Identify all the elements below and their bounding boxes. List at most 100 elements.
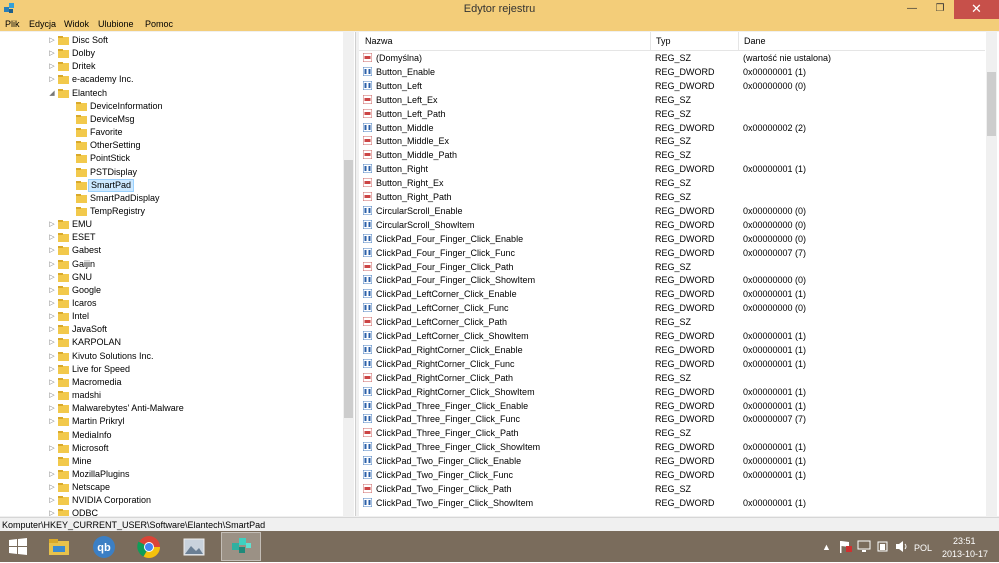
- expand-arrow-icon[interactable]: ▷: [48, 258, 56, 271]
- value-row[interactable]: ClickPad_Two_Finger_Click_ShowItem REG_DW…: [359, 496, 985, 510]
- value-row[interactable]: ClickPad_Two_Finger_Click_Enable REG_DWOR…: [359, 454, 985, 468]
- value-row[interactable]: ClickPad_LeftCorner_Click_ShowItem REG_DW…: [359, 329, 985, 343]
- value-row[interactable]: ClickPad_Four_Finger_Click_Enable REG_DWO…: [359, 232, 985, 246]
- value-row[interactable]: Button_Enable REG_DWORD 0x00000001 (1): [359, 65, 985, 79]
- expand-arrow-icon[interactable]: ▷: [48, 218, 56, 231]
- value-row[interactable]: ClickPad_LeftCorner_Click_Func REG_DWORD 0…: [359, 301, 985, 315]
- expand-arrow-icon[interactable]: ▷: [48, 376, 56, 389]
- expand-arrow-icon[interactable]: ▷: [48, 389, 56, 402]
- menu-widok[interactable]: Widok: [64, 19, 89, 30]
- value-data: 0x00000001 (1): [743, 386, 807, 397]
- clock-time[interactable]: 23:51: [953, 536, 976, 546]
- value-name: ClickPad_RightCorner_Click_Func: [376, 358, 515, 369]
- expand-arrow-icon[interactable]: ▷: [48, 47, 56, 60]
- close-button[interactable]: ✕: [954, 0, 999, 19]
- folder-icon: [76, 101, 87, 111]
- network-icon[interactable]: [857, 540, 871, 553]
- value-row[interactable]: Button_Right_Path REG_SZ: [359, 190, 985, 204]
- expand-arrow-icon[interactable]: ▷: [48, 73, 56, 86]
- collapse-arrow-icon[interactable]: ◢: [48, 87, 56, 100]
- value-row[interactable]: CircularScroll_Enable REG_DWORD 0x00000000…: [359, 204, 985, 218]
- value-row[interactable]: ClickPad_RightCorner_Click_Func REG_DWORD…: [359, 357, 985, 371]
- qbittorrent-button[interactable]: qb: [86, 532, 122, 561]
- value-row[interactable]: ClickPad_LeftCorner_Click_Path REG_SZ: [359, 315, 985, 329]
- expand-arrow-icon[interactable]: ▷: [48, 336, 56, 349]
- title-bar[interactable]: Edytor rejestru — ❐ ✕: [0, 0, 999, 19]
- expand-arrow-icon[interactable]: ▷: [48, 323, 56, 336]
- value-row[interactable]: (Domyślna) REG_SZ (wartość nie ustalona): [359, 51, 985, 65]
- start-button[interactable]: [0, 532, 36, 561]
- value-row[interactable]: ClickPad_Three_Finger_Click_Func REG_DWOR…: [359, 412, 985, 426]
- value-row[interactable]: ClickPad_LeftCorner_Click_Enable REG_DWOR…: [359, 287, 985, 301]
- maximize-button[interactable]: ❐: [926, 0, 954, 19]
- expand-arrow-icon[interactable]: ▷: [48, 350, 56, 363]
- expand-arrow-icon[interactable]: ▷: [48, 494, 56, 507]
- regedit-taskbar-button[interactable]: [221, 532, 261, 561]
- tree-scrollbar-thumb[interactable]: [344, 160, 353, 418]
- value-row[interactable]: ClickPad_Three_Finger_Click_Enable REG_DW…: [359, 399, 985, 413]
- language-indicator[interactable]: POL: [914, 543, 932, 553]
- column-header-data[interactable]: Dane: [744, 36, 766, 46]
- expand-arrow-icon[interactable]: ▷: [48, 507, 56, 516]
- value-row[interactable]: ClickPad_RightCorner_Click_Path REG_SZ: [359, 371, 985, 385]
- action-center-flag-icon[interactable]: [838, 540, 852, 553]
- value-data: 0x00000001 (1): [743, 400, 807, 411]
- chrome-button[interactable]: [131, 532, 167, 561]
- value-row[interactable]: ClickPad_Three_Finger_Click_Path REG_SZ: [359, 426, 985, 440]
- column-divider[interactable]: [650, 32, 651, 50]
- values-list[interactable]: Nazwa Typ Dane (Domyślna) REG_SZ (wartość …: [359, 32, 999, 516]
- value-row[interactable]: Button_Middle_Path REG_SZ: [359, 148, 985, 162]
- value-row[interactable]: CircularScroll_ShowItem REG_DWORD 0x000000…: [359, 218, 985, 232]
- value-row[interactable]: ClickPad_Four_Finger_Click_Func REG_DWORD…: [359, 246, 985, 260]
- value-row[interactable]: ClickPad_RightCorner_Click_Enable REG_DWO…: [359, 343, 985, 357]
- column-header-name[interactable]: Nazwa: [365, 36, 393, 46]
- tray-arrow-icon[interactable]: ▲: [822, 542, 831, 552]
- folder-icon: [58, 364, 69, 374]
- value-row[interactable]: ClickPad_Two_Finger_Click_Func REG_DWORD 0…: [359, 468, 985, 482]
- value-row[interactable]: Button_Right_Ex REG_SZ: [359, 176, 985, 190]
- volume-icon[interactable]: [895, 540, 909, 553]
- value-row[interactable]: Button_Left_Ex REG_SZ: [359, 93, 985, 107]
- tree-item-label: ODBC: [72, 508, 99, 516]
- value-row[interactable]: Button_Left REG_DWORD 0x00000000 (0): [359, 79, 985, 93]
- value-row[interactable]: Button_Right REG_DWORD 0x00000001 (1): [359, 162, 985, 176]
- expand-arrow-icon[interactable]: ▷: [48, 60, 56, 73]
- expand-arrow-icon[interactable]: ▷: [48, 402, 56, 415]
- tree-scrollbar[interactable]: [343, 32, 354, 516]
- expand-arrow-icon[interactable]: ▷: [48, 442, 56, 455]
- value-row[interactable]: ClickPad_Three_Finger_Click_ShowItem REG_…: [359, 440, 985, 454]
- photos-button[interactable]: [176, 532, 212, 561]
- file-explorer-button[interactable]: [41, 532, 77, 561]
- menu-edycja[interactable]: Edycja: [29, 19, 56, 30]
- clock-date[interactable]: 2013-10-17: [942, 549, 988, 559]
- expand-arrow-icon[interactable]: ▷: [48, 481, 56, 494]
- expand-arrow-icon[interactable]: ▷: [48, 468, 56, 481]
- value-row[interactable]: Button_Middle_Ex REG_SZ: [359, 134, 985, 148]
- registry-tree[interactable]: ▷ Disc Soft ▷ Dolby ▷ Dritek ▷ e-academy Inc. ◢ E…: [0, 32, 356, 516]
- value-row[interactable]: Button_Middle REG_DWORD 0x00000002 (2): [359, 121, 985, 135]
- expand-arrow-icon[interactable]: ▷: [48, 363, 56, 376]
- battery-icon[interactable]: [876, 540, 890, 553]
- expand-arrow-icon[interactable]: ▷: [48, 34, 56, 47]
- value-row[interactable]: ClickPad_Two_Finger_Click_Path REG_SZ: [359, 482, 985, 496]
- values-scrollbar-thumb[interactable]: [987, 72, 996, 136]
- menu-pomoc[interactable]: Pomoc: [145, 19, 173, 30]
- expand-arrow-icon[interactable]: ▷: [48, 310, 56, 323]
- menu-ulubione[interactable]: Ulubione: [98, 19, 134, 30]
- value-row[interactable]: ClickPad_Four_Finger_Click_Path REG_SZ: [359, 260, 985, 274]
- values-scrollbar[interactable]: [986, 32, 997, 516]
- minimize-button[interactable]: —: [898, 0, 926, 19]
- expand-arrow-icon[interactable]: ▷: [48, 297, 56, 310]
- menu-plik[interactable]: Plik: [5, 19, 20, 30]
- expand-arrow-icon[interactable]: ▷: [48, 231, 56, 244]
- value-row[interactable]: ClickPad_Four_Finger_Click_ShowItem REG_D…: [359, 273, 985, 287]
- value-row[interactable]: Button_Left_Path REG_SZ: [359, 107, 985, 121]
- value-type: REG_DWORD: [655, 219, 715, 230]
- expand-arrow-icon[interactable]: ▷: [48, 244, 56, 257]
- expand-arrow-icon[interactable]: ▷: [48, 415, 56, 428]
- expand-arrow-icon[interactable]: ▷: [48, 271, 56, 284]
- value-row[interactable]: ClickPad_RightCorner_Click_ShowItem REG_D…: [359, 385, 985, 399]
- column-header-type[interactable]: Typ: [656, 36, 671, 46]
- column-divider[interactable]: [738, 32, 739, 50]
- expand-arrow-icon[interactable]: ▷: [48, 284, 56, 297]
